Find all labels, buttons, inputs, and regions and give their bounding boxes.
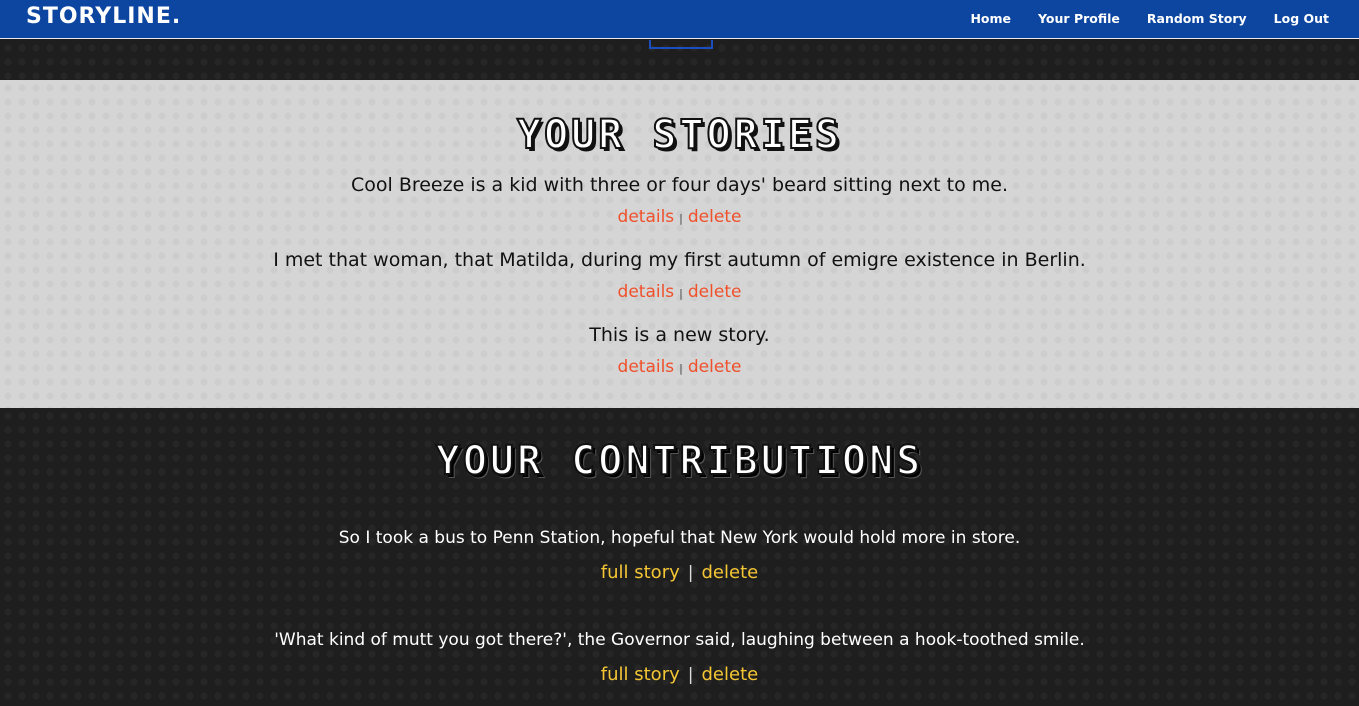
- story-text: Cool Breeze is a kid with three or four …: [350, 174, 1009, 196]
- nav-your-profile-link[interactable]: Your Profile: [1038, 11, 1120, 26]
- contribution-actions: full story | delete: [0, 664, 1359, 685]
- contribution-delete-link[interactable]: delete: [702, 562, 759, 583]
- story-text: This is a new story.: [589, 324, 770, 346]
- action-separator: |: [687, 563, 694, 583]
- story-delete-link[interactable]: delete: [688, 282, 742, 302]
- brand-logo[interactable]: STORYLINE.: [26, 4, 181, 29]
- story-actions: details | delete: [0, 357, 1359, 377]
- contribution-text: 'What kind of mutt you got there?', the …: [274, 630, 1085, 650]
- contribution-text: So I took a bus to Penn Station, hopeful…: [338, 528, 1021, 548]
- nav-home-link[interactable]: Home: [970, 11, 1011, 26]
- action-separator: |: [679, 287, 683, 300]
- nav-links: Home Your Profile Random Story Log Out: [970, 11, 1329, 26]
- action-separator: |: [687, 665, 694, 685]
- full-story-link[interactable]: full story: [601, 664, 680, 685]
- story-details-link[interactable]: details: [618, 282, 675, 302]
- story-delete-link[interactable]: delete: [688, 357, 742, 377]
- story-details-link[interactable]: details: [618, 207, 675, 227]
- story-delete-link[interactable]: delete: [688, 207, 742, 227]
- story-actions: details | delete: [0, 282, 1359, 302]
- contribution-delete-link[interactable]: delete: [702, 664, 759, 685]
- story-details-link[interactable]: details: [618, 357, 675, 377]
- action-separator: |: [679, 362, 683, 375]
- your-stories-heading: YOUR STORIES: [516, 111, 842, 159]
- story-actions: details | delete: [0, 207, 1359, 227]
- contribution-actions: full story | delete: [0, 562, 1359, 583]
- full-story-link[interactable]: full story: [601, 562, 680, 583]
- your-contributions-heading: YOUR CONTRIBUTIONS: [435, 437, 924, 485]
- action-separator: |: [679, 212, 683, 225]
- story-text: I met that woman, that Matilda, during m…: [273, 249, 1086, 271]
- section-tab-marker: [649, 40, 713, 49]
- top-navbar: STORYLINE. Home Your Profile Random Stor…: [0, 0, 1359, 39]
- nav-log-out-link[interactable]: Log Out: [1274, 11, 1329, 26]
- nav-random-story-link[interactable]: Random Story: [1147, 11, 1247, 26]
